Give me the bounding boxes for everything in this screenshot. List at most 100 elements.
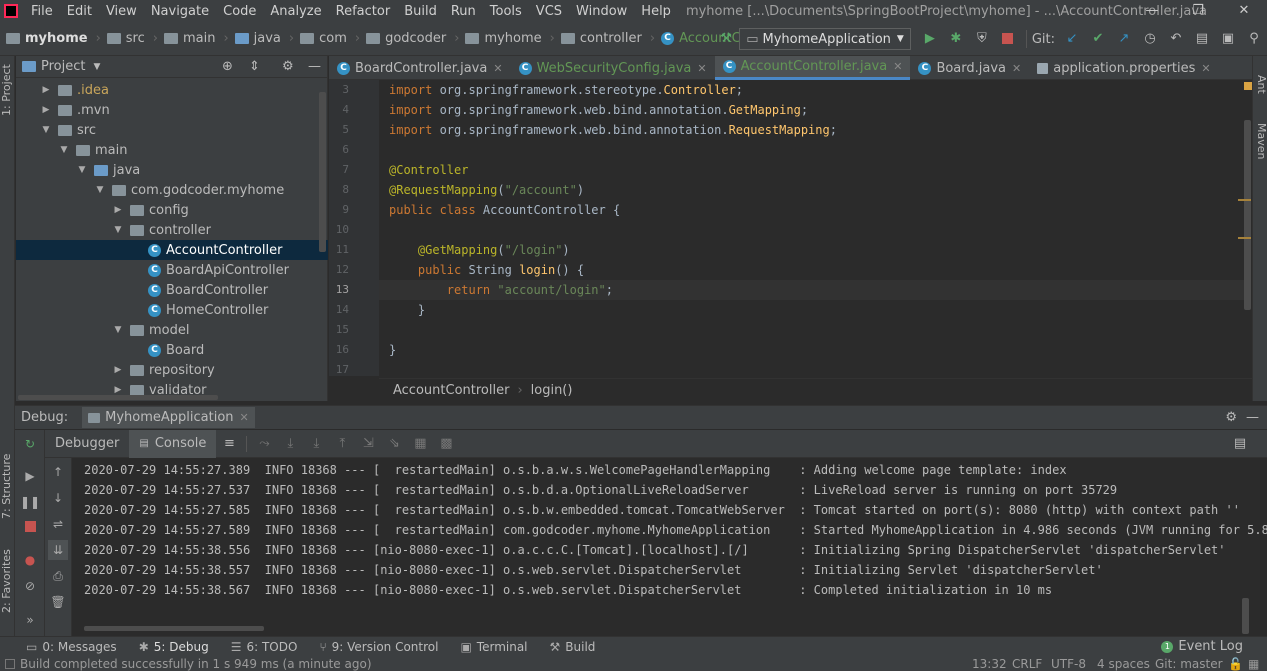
maven-tool-tab[interactable]: Maven: [1253, 116, 1267, 166]
console-scrollbar[interactable]: [1242, 598, 1249, 634]
tree-item[interactable]: ▶ .mvn: [16, 100, 328, 120]
close-tab-icon[interactable]: ✕: [697, 62, 706, 75]
step-into-icon[interactable]: ⤓: [304, 433, 328, 455]
code-line[interactable]: import org.springframework.web.bind.anno…: [389, 103, 808, 117]
tool-tab-5[interactable]: ⚒ Build: [550, 640, 596, 654]
hide-icon[interactable]: —: [1246, 410, 1259, 425]
menu-item-analyze[interactable]: Analyze: [270, 4, 321, 19]
rollback-icon[interactable]: ↶: [1164, 28, 1188, 50]
mute-breakpoints-icon[interactable]: ⊘: [20, 576, 40, 596]
editor-tab[interactable]: C WebSecurityConfig.java ✕: [511, 56, 715, 80]
view-breakpoints-icon[interactable]: ●: [20, 550, 40, 570]
project-tool-tab[interactable]: 1: Project: [0, 60, 15, 120]
gear-icon[interactable]: ⚙: [282, 59, 294, 74]
debug-session-tab[interactable]: MyhomeApplication ✕: [82, 407, 255, 428]
editor-tab[interactable]: C AccountController.java ✕: [714, 56, 911, 80]
structure-tool-tab[interactable]: 7: Structure: [0, 446, 15, 526]
breadcrumb-item-4[interactable]: com: [300, 31, 347, 46]
status-toggle-icon[interactable]: [5, 658, 15, 669]
history-icon[interactable]: ◷: [1138, 28, 1162, 50]
expanded-arrow-icon[interactable]: ▼: [112, 325, 124, 335]
editor-breadcrumb-method[interactable]: login(): [531, 383, 573, 398]
collapsed-arrow-icon[interactable]: ▶: [40, 85, 52, 95]
breadcrumb-item-2[interactable]: main: [163, 31, 215, 46]
scroll-to-end-icon[interactable]: ⇊: [48, 540, 68, 560]
collapsed-arrow-icon[interactable]: ▶: [112, 365, 124, 375]
trash-icon[interactable]: 🗑: [48, 592, 68, 612]
tool-tab-1[interactable]: ✱ 5: Debug: [139, 640, 209, 654]
git-commit-icon[interactable]: ✔: [1086, 28, 1110, 50]
expanded-arrow-icon[interactable]: ▼: [112, 225, 124, 235]
tree-item[interactable]: ▼ controller: [16, 220, 328, 240]
console-output[interactable]: 2020-07-29 14:55:27.389 INFO 18368 --- […: [72, 458, 1267, 636]
code-editor[interactable]: import org.springframework.stereotype.Co…: [379, 80, 1244, 376]
close-tab-icon[interactable]: ✕: [1012, 62, 1021, 75]
stop-icon[interactable]: [20, 518, 40, 538]
menu-item-run[interactable]: Run: [451, 4, 476, 19]
tree-item[interactable]: ▼ src: [16, 120, 328, 140]
menu-item-refactor[interactable]: Refactor: [336, 4, 391, 19]
close-icon[interactable]: ✕: [1221, 0, 1267, 22]
code-line[interactable]: @RequestMapping("/account"): [389, 183, 584, 197]
close-tab-icon[interactable]: ✕: [893, 60, 902, 73]
more-icon[interactable]: »: [20, 610, 40, 630]
print-icon[interactable]: ⎙: [48, 566, 68, 586]
menu-item-edit[interactable]: Edit: [67, 4, 92, 19]
indent-setting[interactable]: 4 spaces: [1097, 657, 1150, 671]
status-message[interactable]: Build completed successfully in 1 s 949 …: [20, 657, 372, 671]
memory-indicator-icon[interactable]: ▦: [1248, 657, 1259, 671]
error-stripe-marker[interactable]: [1238, 199, 1251, 201]
file-encoding[interactable]: UTF-8: [1051, 657, 1086, 671]
stop-icon[interactable]: [996, 28, 1020, 50]
menu-item-build[interactable]: Build: [404, 4, 437, 19]
git-branch[interactable]: Git: master: [1155, 657, 1223, 671]
expanded-arrow-icon[interactable]: ▼: [76, 165, 88, 175]
trace-icon[interactable]: ▩: [434, 433, 458, 455]
close-tab-icon[interactable]: ✕: [240, 411, 249, 424]
menu-item-tools[interactable]: Tools: [490, 4, 522, 19]
code-line[interactable]: public class AccountController {: [389, 203, 620, 217]
editor-tab[interactable]: C BoardController.java ✕: [329, 56, 511, 80]
show-execution-point-icon[interactable]: ⤳: [252, 433, 276, 455]
code-line[interactable]: @Controller: [389, 163, 468, 177]
breadcrumb-item-6[interactable]: myhome: [465, 31, 542, 46]
maximize-icon[interactable]: ❐: [1175, 0, 1221, 22]
run-config-selector[interactable]: ▭ MyhomeApplication ▼: [739, 28, 911, 50]
line-separator[interactable]: CRLF: [1012, 657, 1042, 671]
menu-item-code[interactable]: Code: [223, 4, 256, 19]
down-icon[interactable]: ↓: [48, 488, 68, 508]
code-line[interactable]: @GetMapping("/login"): [389, 243, 570, 257]
expanded-arrow-icon[interactable]: ▼: [58, 145, 70, 155]
tree-item[interactable]: ▼ java: [16, 160, 328, 180]
breadcrumb-item-7[interactable]: controller: [560, 31, 642, 46]
code-line[interactable]: import org.springframework.web.bind.anno…: [389, 123, 837, 137]
run-icon[interactable]: ▶: [918, 28, 942, 50]
menu-item-view[interactable]: View: [106, 4, 137, 19]
breadcrumb-item-3[interactable]: java: [234, 31, 281, 46]
expanded-arrow-icon[interactable]: ▼: [40, 125, 52, 135]
layout-icon[interactable]: ▣: [1216, 28, 1240, 50]
tree-item[interactable]: C BoardController: [16, 280, 328, 300]
code-line[interactable]: return "account/login";: [389, 283, 613, 297]
tool-tab-4[interactable]: ▣ Terminal: [460, 640, 527, 654]
menu-icon[interactable]: ≡: [217, 433, 241, 455]
tree-item[interactable]: ▼ main: [16, 140, 328, 160]
tree-item[interactable]: ▶ config: [16, 200, 328, 220]
menu-item-vcs[interactable]: VCS: [536, 4, 562, 19]
menu-item-file[interactable]: File: [31, 4, 53, 19]
step-over-icon[interactable]: ⤓: [278, 433, 302, 455]
tree-item[interactable]: C HomeController: [16, 300, 328, 320]
project-structure-icon[interactable]: ▤: [1190, 28, 1214, 50]
drop-frame-icon[interactable]: ⇲: [356, 433, 380, 455]
tree-item[interactable]: C BoardApiController: [16, 260, 328, 280]
layout-settings-icon[interactable]: ▤: [1228, 433, 1252, 455]
code-line[interactable]: import org.springframework.stereotype.Co…: [389, 83, 743, 97]
console-h-scrollbar[interactable]: [84, 626, 264, 631]
run-to-cursor-icon[interactable]: ⇘: [382, 433, 406, 455]
editor-tab[interactable]: application.properties ✕: [1029, 56, 1218, 80]
tool-tab-2[interactable]: ☰ 6: TODO: [231, 640, 298, 654]
code-line[interactable]: }: [389, 343, 396, 357]
tree-item[interactable]: ▶ repository: [16, 360, 328, 380]
tree-item[interactable]: ▼ model: [16, 320, 328, 340]
caret-position[interactable]: 13:32: [972, 657, 1007, 671]
